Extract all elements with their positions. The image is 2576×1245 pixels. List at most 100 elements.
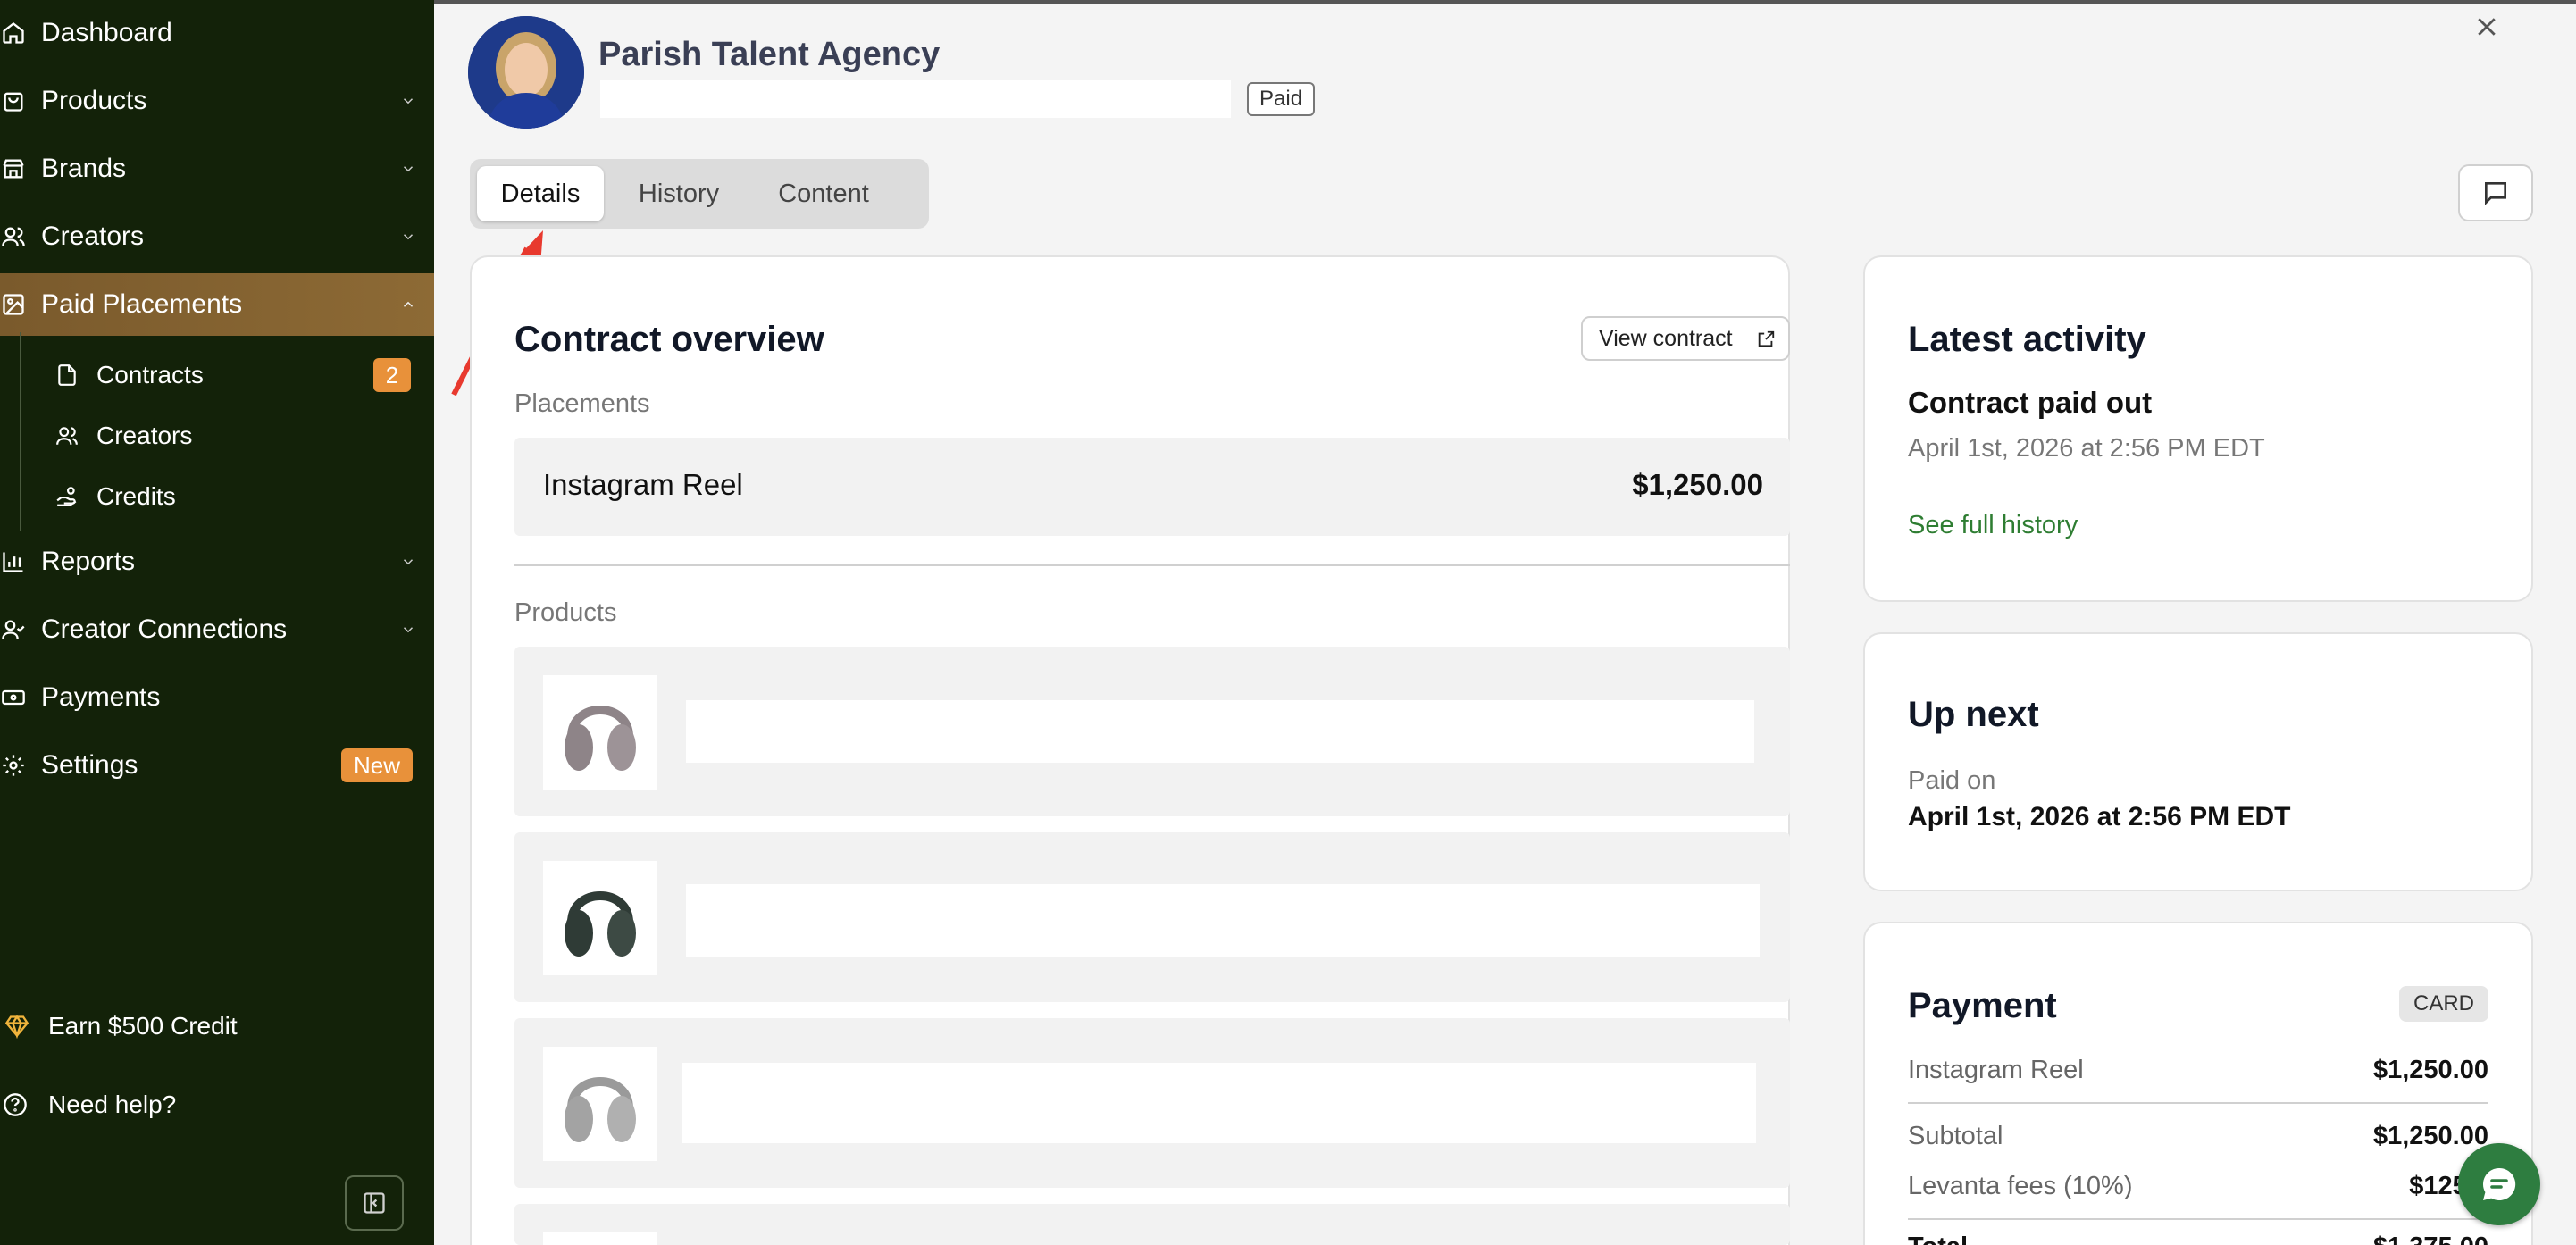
sub-item-credits[interactable]: Credits [54,470,411,523]
agency-name: Parish Talent Agency [598,36,941,73]
home-icon [0,20,27,46]
nav-creator-connections-label: Creator Connections [41,614,288,644]
up-next-label: Paid on [1908,766,1996,795]
divider [514,564,1790,566]
sidebar: Dashboard Products Brands Creators Paid … [0,0,434,1245]
payment-row-label: Instagram Reel [1908,1056,2084,1084]
nav-products[interactable]: Products [0,70,434,132]
user-check-icon [0,616,27,643]
contract-overview-title: Contract overview [514,320,824,359]
chevron-down-icon [397,225,420,248]
status-badge: Paid [1247,82,1316,116]
placement-name: Instagram Reel [543,468,743,501]
banknote-icon [0,684,27,711]
new-badge: New [340,748,413,782]
earn-credit-link[interactable]: Earn $500 Credit [0,995,434,1057]
payment-row-label: Levanta fees (10%) [1908,1172,2133,1200]
help-chat-button[interactable] [2458,1143,2540,1225]
redacted-field [686,884,1760,957]
help-circle-icon [2,1091,29,1118]
product-thumbnail [543,861,657,975]
see-full-history-link[interactable]: See full history [1908,511,2078,540]
collapse-sidebar-button[interactable] [345,1175,404,1231]
message-square-icon [2485,182,2506,205]
nav-creators-label: Creators [41,221,145,251]
nav-payments-label: Payments [41,682,161,712]
payment-row-value: $1,375.00 [2373,1232,2488,1245]
bag-icon [0,88,27,114]
nav-dashboard[interactable]: Dashboard [0,2,434,64]
headphones-icon [565,1077,636,1142]
nav-settings-label: Settings [41,750,138,780]
submenu-line [20,332,21,531]
activity-event: Contract paid out [1908,386,2153,419]
hand-coins-icon [54,483,80,510]
nav-creators[interactable]: Creators [0,205,434,268]
bar-chart-icon [0,548,27,575]
nav-brands-label: Brands [41,154,127,183]
divider [1908,1218,2488,1220]
tab-bar: Details History Content [470,159,929,229]
chat-bubble-icon [2482,1167,2516,1200]
payment-row-value: $1,250.00 [2372,1122,2488,1150]
sub-item-credits-label: Credits [96,482,176,510]
image-icon [0,291,27,318]
sub-item-creators-label: Creators [96,422,193,449]
gear-icon [0,752,27,779]
need-help-label: Need help? [48,1090,177,1118]
headphones-icon [565,891,636,957]
product-thumbnail [543,675,657,790]
tab-content[interactable]: Content [752,166,895,221]
tab-history[interactable]: History [613,166,745,221]
store-icon [0,155,27,182]
redacted-field [686,700,1754,763]
chevron-up-icon [397,293,420,316]
payment-row: Total $1,375.00 [1908,1232,2488,1245]
chevron-down-icon [397,550,420,573]
nav-settings[interactable]: Settings New [0,734,434,797]
placements-label: Placements [514,389,650,418]
product-thumbnail [543,1232,657,1245]
payment-row-value: $1,250.00 [2372,1056,2488,1084]
view-contract-label: View contract [1599,325,1733,351]
product-row[interactable] [514,1204,1790,1245]
chevron-down-icon [397,89,420,113]
close-icon [2478,18,2496,36]
contracts-count-badge: 2 [373,358,411,392]
products-label: Products [514,598,617,627]
nav-reports[interactable]: Reports [0,531,434,593]
sub-item-contracts-label: Contracts [96,361,204,389]
nav-payments[interactable]: Payments [0,666,434,729]
headphones-icon [565,706,636,771]
up-next-value: April 1st, 2026 at 2:56 PM EDT [1908,802,2291,831]
users-icon [54,422,80,449]
panel-collapse-icon [364,1192,385,1214]
sub-item-creators[interactable]: Creators [54,409,411,463]
view-contract-button[interactable]: View contract [1581,316,1790,361]
need-help-link[interactable]: Need help? [0,1074,434,1136]
payment-method-badge: CARD [2399,986,2489,1022]
redacted-field [682,1063,1756,1143]
payment-title: Payment [1908,986,2057,1025]
up-next-title: Up next [1908,695,2039,734]
payment-row-label: Total [1908,1232,1968,1245]
nav-brands[interactable]: Brands [0,138,434,200]
up-next-card [1863,632,2533,891]
earn-credit-label: Earn $500 Credit [48,1012,238,1040]
nav-creator-connections[interactable]: Creator Connections [0,598,434,661]
chevron-down-icon [397,157,420,180]
sub-item-contracts[interactable]: Contracts 2 [54,348,411,402]
tab-details[interactable]: Details [477,166,604,221]
placement-price: $1,250.00 [1632,468,1763,501]
activity-timestamp: April 1st, 2026 at 2:56 PM EDT [1908,434,2265,463]
comments-button[interactable] [2458,164,2533,221]
nav-products-label: Products [41,86,147,115]
users-icon [0,223,27,250]
nav-paid-placements-label: Paid Placements [41,289,243,319]
nav-dashboard-label: Dashboard [41,18,172,47]
redacted-field [600,80,1231,118]
divider [1908,1102,2488,1104]
chevron-down-icon [397,618,420,641]
close-button[interactable] [2467,7,2506,46]
nav-paid-placements[interactable]: Paid Placements [0,273,434,336]
